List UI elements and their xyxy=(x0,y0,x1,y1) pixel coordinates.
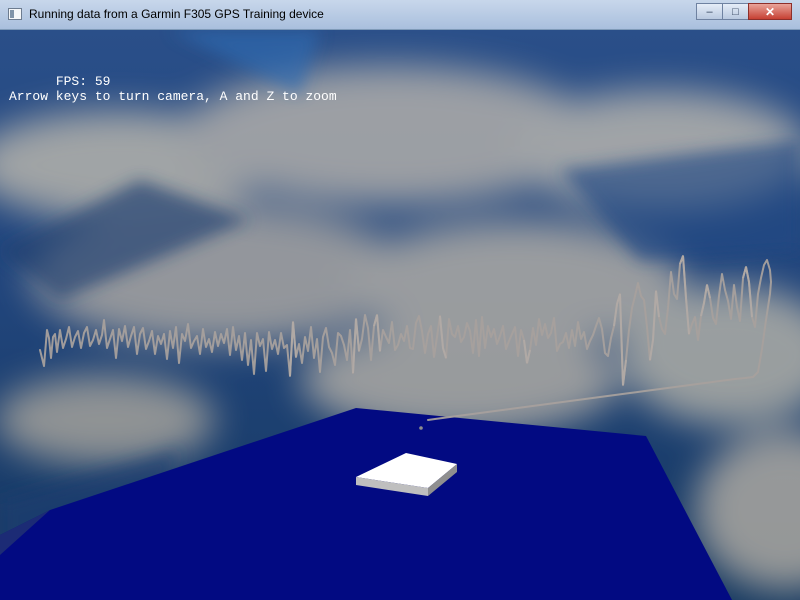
title-bar[interactable]: Running data from a Garmin F305 GPS Trai… xyxy=(0,0,800,30)
maximize-button[interactable]: □ xyxy=(722,3,749,20)
close-icon: ✕ xyxy=(764,4,776,19)
window-title: Running data from a Garmin F305 GPS Trai… xyxy=(29,7,324,21)
fps-label: FPS: xyxy=(55,74,95,89)
app-window: Running data from a Garmin F305 GPS Trai… xyxy=(0,0,800,600)
minimize-button[interactable]: – xyxy=(696,3,723,20)
close-button[interactable]: ✕ xyxy=(748,3,792,20)
window-controls: – □ ✕ xyxy=(696,3,792,20)
track-start-point xyxy=(419,426,423,430)
fps-value: 59 xyxy=(94,74,111,89)
3d-viewport[interactable]: FPS: 59 Arrow keys to turn camera, A and… xyxy=(0,30,800,600)
maximize-icon: □ xyxy=(732,5,739,18)
3d-scene xyxy=(0,30,800,600)
minimize-icon: – xyxy=(706,5,713,18)
camera-instructions: Arrow keys to turn camera, A and Z to zo… xyxy=(9,89,337,104)
app-window-icon xyxy=(8,8,22,20)
